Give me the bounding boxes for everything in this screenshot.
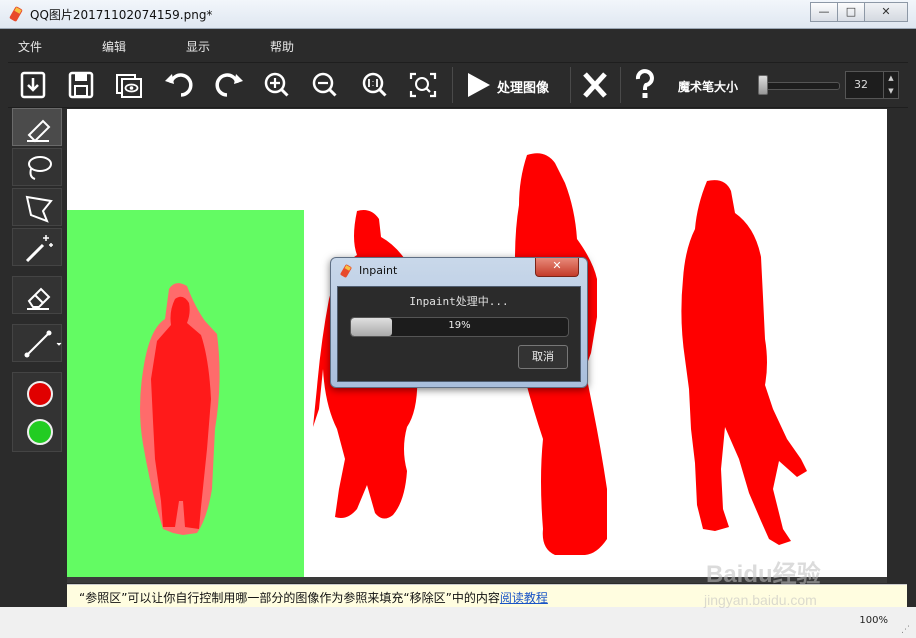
spin-down-icon[interactable]: ▼ bbox=[888, 87, 893, 95]
lasso-icon bbox=[28, 156, 52, 180]
zoom-actual-button[interactable] bbox=[358, 69, 392, 101]
help-button[interactable] bbox=[628, 69, 662, 101]
undo-icon bbox=[165, 73, 193, 97]
help-icon bbox=[635, 69, 654, 98]
line-tool[interactable] bbox=[12, 324, 62, 362]
magic-wand-icon bbox=[25, 235, 53, 263]
spin-up-icon[interactable]: ▲ bbox=[888, 74, 893, 82]
menu-edit[interactable]: 编辑 bbox=[102, 38, 126, 55]
undo-button[interactable] bbox=[162, 69, 196, 101]
eraser-tool[interactable] bbox=[12, 276, 62, 314]
toolbar-separator bbox=[452, 67, 453, 103]
reference-color-button[interactable] bbox=[27, 419, 53, 445]
zoom-in-icon bbox=[264, 72, 289, 97]
clear-button[interactable] bbox=[578, 69, 612, 101]
eraser-icon bbox=[27, 287, 51, 310]
hint-text: “参照区”可以让你自行控制用哪一部分的图像作为参照来填充“移除区”中的内容阅读教… bbox=[79, 589, 548, 606]
dialog-message: Inpaint处理中... bbox=[409, 295, 509, 308]
lasso-tool[interactable] bbox=[12, 148, 62, 186]
color-group bbox=[12, 372, 62, 452]
open-icon bbox=[20, 71, 46, 99]
hint-message: “参照区”可以让你自行控制用哪一部分的图像作为参照来填充“移除区”中的内容 bbox=[79, 591, 500, 605]
brush-size-label: 魔术笔大小 bbox=[678, 80, 739, 94]
app-icon bbox=[340, 264, 352, 278]
inpaint-dialog: Inpaint ✕ Inpaint处理中... 19% 取消 bbox=[330, 257, 588, 388]
open-button[interactable] bbox=[16, 69, 50, 101]
save-icon bbox=[68, 71, 94, 99]
brush-icon bbox=[27, 119, 51, 143]
brush-size-slider[interactable] bbox=[758, 82, 840, 90]
window-title: QQ图片20171102074159.png* bbox=[30, 8, 213, 22]
resize-grip-icon[interactable]: ⋰ bbox=[901, 625, 910, 635]
dialog-title: Inpaint bbox=[359, 264, 398, 277]
save-button[interactable] bbox=[64, 69, 98, 101]
redo-button[interactable] bbox=[212, 69, 246, 101]
brush-tool[interactable] bbox=[12, 108, 62, 146]
clear-icon bbox=[583, 72, 607, 98]
tutorial-link[interactable]: 阅读教程 bbox=[500, 591, 548, 605]
close-button[interactable]: ✕ bbox=[864, 2, 908, 22]
menu-file[interactable]: 文件 bbox=[18, 38, 42, 55]
redo-icon bbox=[215, 73, 243, 97]
zoom-fit-button[interactable] bbox=[406, 69, 440, 101]
watermark-logo: Baidu经验 bbox=[706, 561, 821, 588]
menu-help[interactable]: 帮助 bbox=[270, 38, 294, 55]
watermark-url: jingyan.baidu.com bbox=[704, 592, 817, 608]
progress-bar: 19% bbox=[350, 317, 569, 337]
toolbar-separator bbox=[620, 67, 621, 103]
cancel-button[interactable]: 取消 bbox=[518, 345, 568, 369]
toolbar-separator bbox=[570, 67, 571, 103]
spin-arrows[interactable]: ▲ ▼ bbox=[883, 72, 898, 98]
play-icon bbox=[468, 73, 490, 97]
zoom-out-button[interactable] bbox=[308, 69, 342, 101]
progress-text: 19% bbox=[448, 320, 471, 331]
line-icon bbox=[24, 330, 62, 358]
preview-icon bbox=[116, 74, 142, 98]
remove-color-button[interactable] bbox=[27, 381, 53, 407]
tool-palette bbox=[12, 108, 62, 578]
title-bar: QQ图片20171102074159.png* — □ ✕ bbox=[0, 0, 916, 29]
slider-thumb[interactable] bbox=[758, 75, 768, 95]
process-label[interactable]: 处理图像 bbox=[497, 77, 549, 96]
toolbar: 处理图像 魔术笔大小 32 ▲ ▼ bbox=[8, 62, 908, 108]
zoom-out-icon bbox=[312, 72, 337, 97]
menu-bar: 文件 编辑 显示 帮助 bbox=[8, 31, 908, 61]
magic-wand-tool[interactable] bbox=[12, 228, 62, 266]
zoom-fit-icon bbox=[409, 72, 437, 98]
app-icon bbox=[9, 6, 23, 22]
dialog-close-button[interactable]: ✕ bbox=[535, 258, 579, 277]
brush-size-spinbox[interactable]: 32 ▲ ▼ bbox=[845, 71, 899, 99]
zoom-in-button[interactable] bbox=[260, 69, 294, 101]
preview-button[interactable] bbox=[112, 69, 146, 101]
polygon-lasso-tool[interactable] bbox=[12, 188, 62, 226]
dialog-body: Inpaint处理中... 19% 取消 bbox=[337, 286, 581, 382]
zoom-actual-icon bbox=[362, 72, 387, 97]
process-button[interactable] bbox=[462, 69, 496, 101]
minimize-button[interactable]: — bbox=[810, 2, 838, 22]
zoom-level: 100% bbox=[859, 615, 888, 626]
maximize-button[interactable]: □ bbox=[837, 2, 865, 22]
vertical-scrollbar[interactable] bbox=[887, 109, 906, 577]
polygon-lasso-icon bbox=[25, 195, 53, 223]
brush-size-value[interactable]: 32 bbox=[854, 78, 868, 91]
menu-view[interactable]: 显示 bbox=[186, 38, 210, 55]
watermark: Baidu经验 jingyan.baidu.com bbox=[700, 552, 880, 612]
